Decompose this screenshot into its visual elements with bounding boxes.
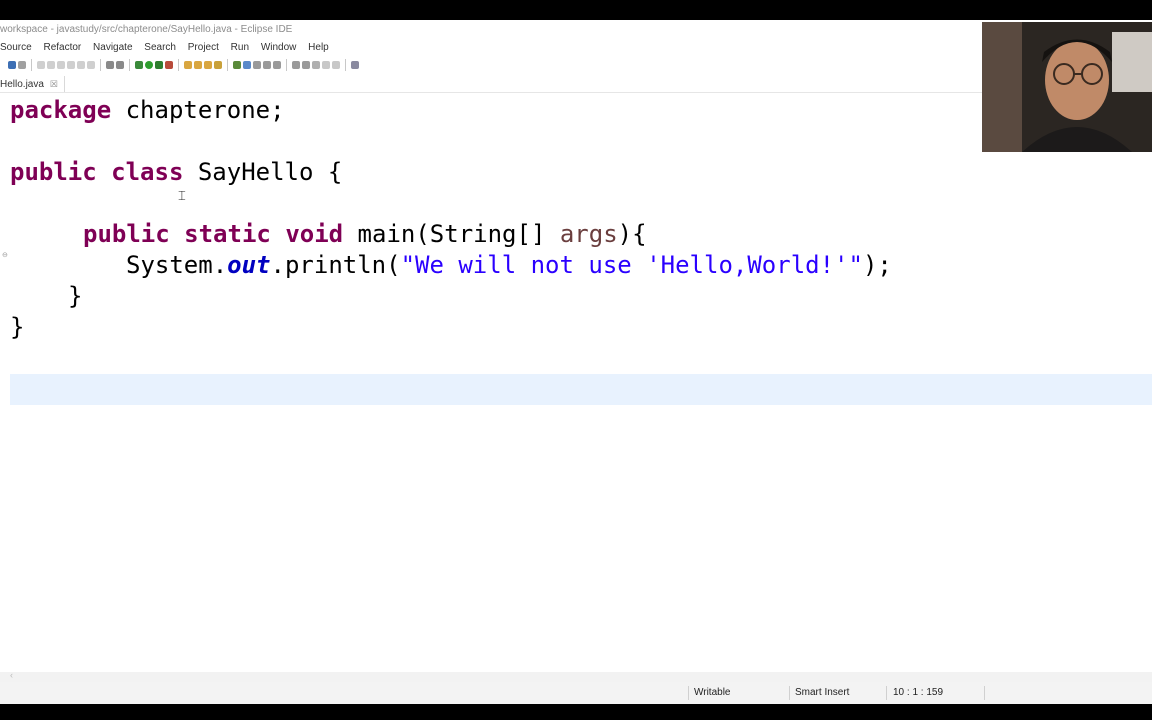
terminate-icon[interactable] [67,61,75,69]
status-insert-mode: Smart Insert [795,687,850,698]
menu-help[interactable]: Help [308,42,329,53]
menu-window[interactable]: Window [261,42,297,53]
new-class-icon[interactable] [204,61,212,69]
code-line-close-method: } [68,282,83,310]
toolbar [0,56,1152,74]
open-perspective-icon[interactable] [351,61,359,69]
step-over-icon[interactable] [47,61,55,69]
code-line-println: System.out.println("We will not use 'Hel… [126,250,892,281]
code-text: ){ [617,220,647,248]
mouse-cursor-icon: ⌶ [178,188,186,203]
toolbar-separator [178,59,179,71]
keyword: void [285,220,344,248]
keyword: class [111,158,184,186]
horizontal-scrollbar[interactable]: ‹ [0,670,1152,682]
string-literal: "We will not use 'Hello,World!'" [400,251,863,279]
new-package-icon[interactable] [194,61,202,69]
keyword: package [10,96,112,124]
show-whitespace-icon[interactable] [263,61,271,69]
toolbar-separator [31,59,32,71]
open-type-icon[interactable] [214,61,222,69]
tab-sayhello-java[interactable]: Hello.java ☒ [0,76,65,92]
window-title: workspace - javastudy/src/chapterone/Say… [0,20,1152,40]
code-line-main: public static void main(String[] args){ [83,219,647,250]
status-bar: Writable Smart Insert 10 : 1 : 159 [0,682,1152,704]
toggle-block-selection-icon[interactable] [253,61,261,69]
toolbar-separator [100,59,101,71]
coverage-icon[interactable] [155,61,163,69]
eclipse-window: workspace - javastudy/src/chapterone/Say… [0,20,1152,704]
code-text: main(String[] [343,220,560,248]
menu-project[interactable]: Project [188,42,219,53]
menu-refactor[interactable]: Refactor [43,42,81,53]
last-edit-icon[interactable] [312,61,320,69]
previous-annotation-icon[interactable] [302,61,310,69]
format-icon[interactable] [106,61,114,69]
menubar: Source Refactor Navigate Search Project … [0,40,1152,56]
code-editor[interactable]: package chapterone; public class SayHell… [0,93,1152,673]
parameter-name: args [559,220,618,248]
code-line-package: package chapterone; [10,95,285,126]
forward-icon[interactable] [332,61,340,69]
status-cursor-position: 10 : 1 : 159 [893,687,944,698]
fold-collapse-icon[interactable]: ⊖ [2,251,8,259]
skip-breakpoints-icon[interactable] [116,61,124,69]
status-separator [886,686,887,700]
status-separator [984,686,985,700]
toolbar-separator [345,59,346,71]
editor-tabbar: Hello.java ☒ [0,76,1152,93]
close-icon[interactable]: ☒ [50,79,58,89]
scroll-left-icon[interactable]: ‹ [10,670,13,680]
current-line-highlight [10,374,1152,405]
step-return-icon[interactable] [57,61,65,69]
new-java-project-icon[interactable] [184,61,192,69]
toolbar-separator [227,59,228,71]
keyword: static [184,220,271,248]
search-icon[interactable] [233,61,241,69]
presenter-webcam-overlay [982,22,1152,152]
code-text: chapterone; [111,96,285,124]
menu-search[interactable]: Search [144,42,176,53]
menu-run[interactable]: Run [231,42,249,53]
step-into-icon[interactable] [37,61,45,69]
save-icon[interactable] [18,61,26,69]
code-text: ); [862,251,892,279]
status-writable: Writable [694,687,731,698]
toolbar-separator [286,59,287,71]
code-text: System. [126,251,228,279]
status-separator [688,686,689,700]
keyword: public [83,220,170,248]
menu-source[interactable]: Source [0,42,32,53]
menu-navigate[interactable]: Navigate [93,42,132,53]
code-line-close-class: } [10,313,25,341]
toggle-mark-occurrences-icon[interactable] [243,61,251,69]
next-annotation-icon[interactable] [292,61,300,69]
keyword: public [10,158,97,186]
back-icon[interactable] [322,61,330,69]
toolbar-separator [129,59,130,71]
new-icon[interactable] [8,61,16,69]
code-line-class: public class SayHello { [10,157,342,188]
debug-icon[interactable] [135,61,143,69]
external-tools-icon[interactable] [165,61,173,69]
webcam-image [982,22,1152,152]
code-text: SayHello { [183,158,343,186]
pilcrow-icon[interactable] [273,61,281,69]
tab-label: Hello.java [0,79,44,90]
resume-icon[interactable] [87,61,95,69]
static-field: out [227,251,271,279]
code-text: .println( [270,251,401,279]
run-icon[interactable] [145,61,153,69]
disconnect-icon[interactable] [77,61,85,69]
status-separator [789,686,790,700]
